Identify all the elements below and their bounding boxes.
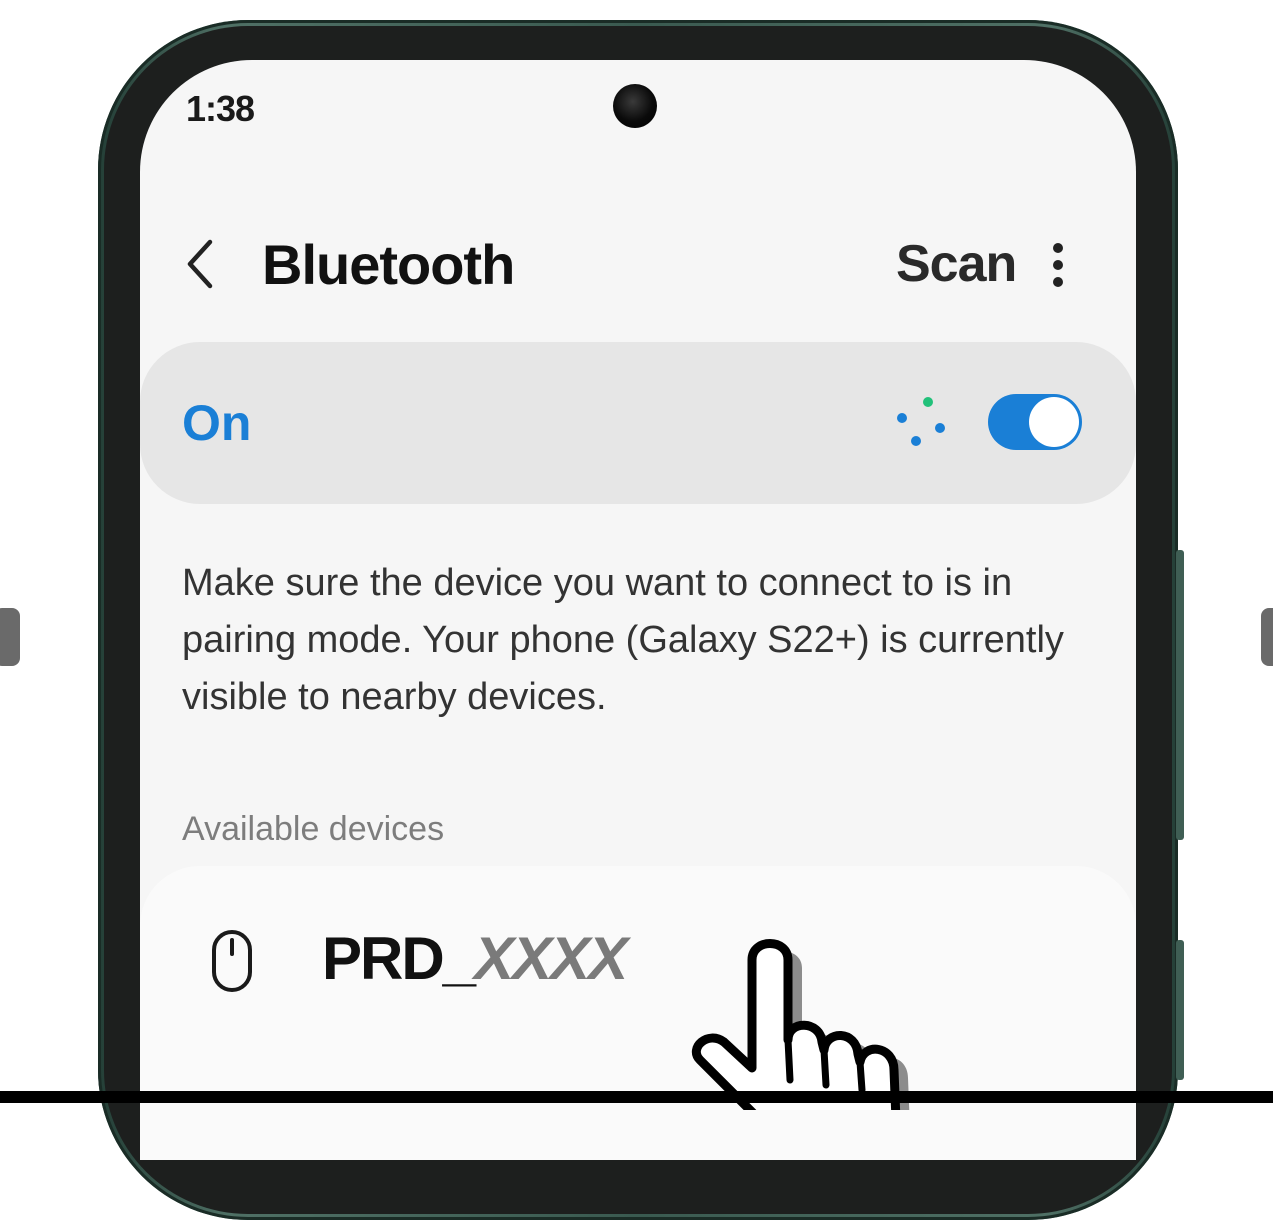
previous-page-button[interactable] xyxy=(0,608,20,666)
toggle-status-label: On xyxy=(182,395,252,451)
toggle-knob xyxy=(1029,397,1079,447)
scanning-dots-icon xyxy=(897,397,945,446)
device-name: PRD_XXXX xyxy=(322,924,628,993)
device-name-suffix: XXXX xyxy=(474,925,628,992)
chevron-left-icon[interactable] xyxy=(180,236,220,292)
front-camera xyxy=(613,84,657,128)
mouse-icon xyxy=(212,930,252,992)
bottom-bar xyxy=(0,1091,1273,1103)
device-name-prefix: PRD_ xyxy=(322,925,476,992)
scan-button[interactable]: Scan xyxy=(896,234,1017,294)
phone-screen: 1:38 Bluetooth Scan On Make sure the dev… xyxy=(140,60,1136,1160)
next-page-button[interactable] xyxy=(1261,608,1273,666)
available-devices-header: Available devices xyxy=(182,810,445,848)
page-title: Bluetooth xyxy=(262,233,515,296)
more-vert-icon[interactable] xyxy=(1048,240,1068,290)
pairing-info-text: Make sure the device you want to connect… xyxy=(182,562,1064,718)
volume-button xyxy=(1176,550,1184,840)
status-time: 1:38 xyxy=(186,88,255,129)
bluetooth-toggle-switch[interactable] xyxy=(988,394,1082,450)
hand-pointer-icon xyxy=(691,939,910,1110)
available-devices-list: PRD_XXXX xyxy=(140,866,1136,1160)
bluetooth-toggle-row[interactable]: On xyxy=(140,342,1136,504)
power-button xyxy=(1176,940,1184,1080)
app-header: Bluetooth Scan xyxy=(140,220,1136,310)
